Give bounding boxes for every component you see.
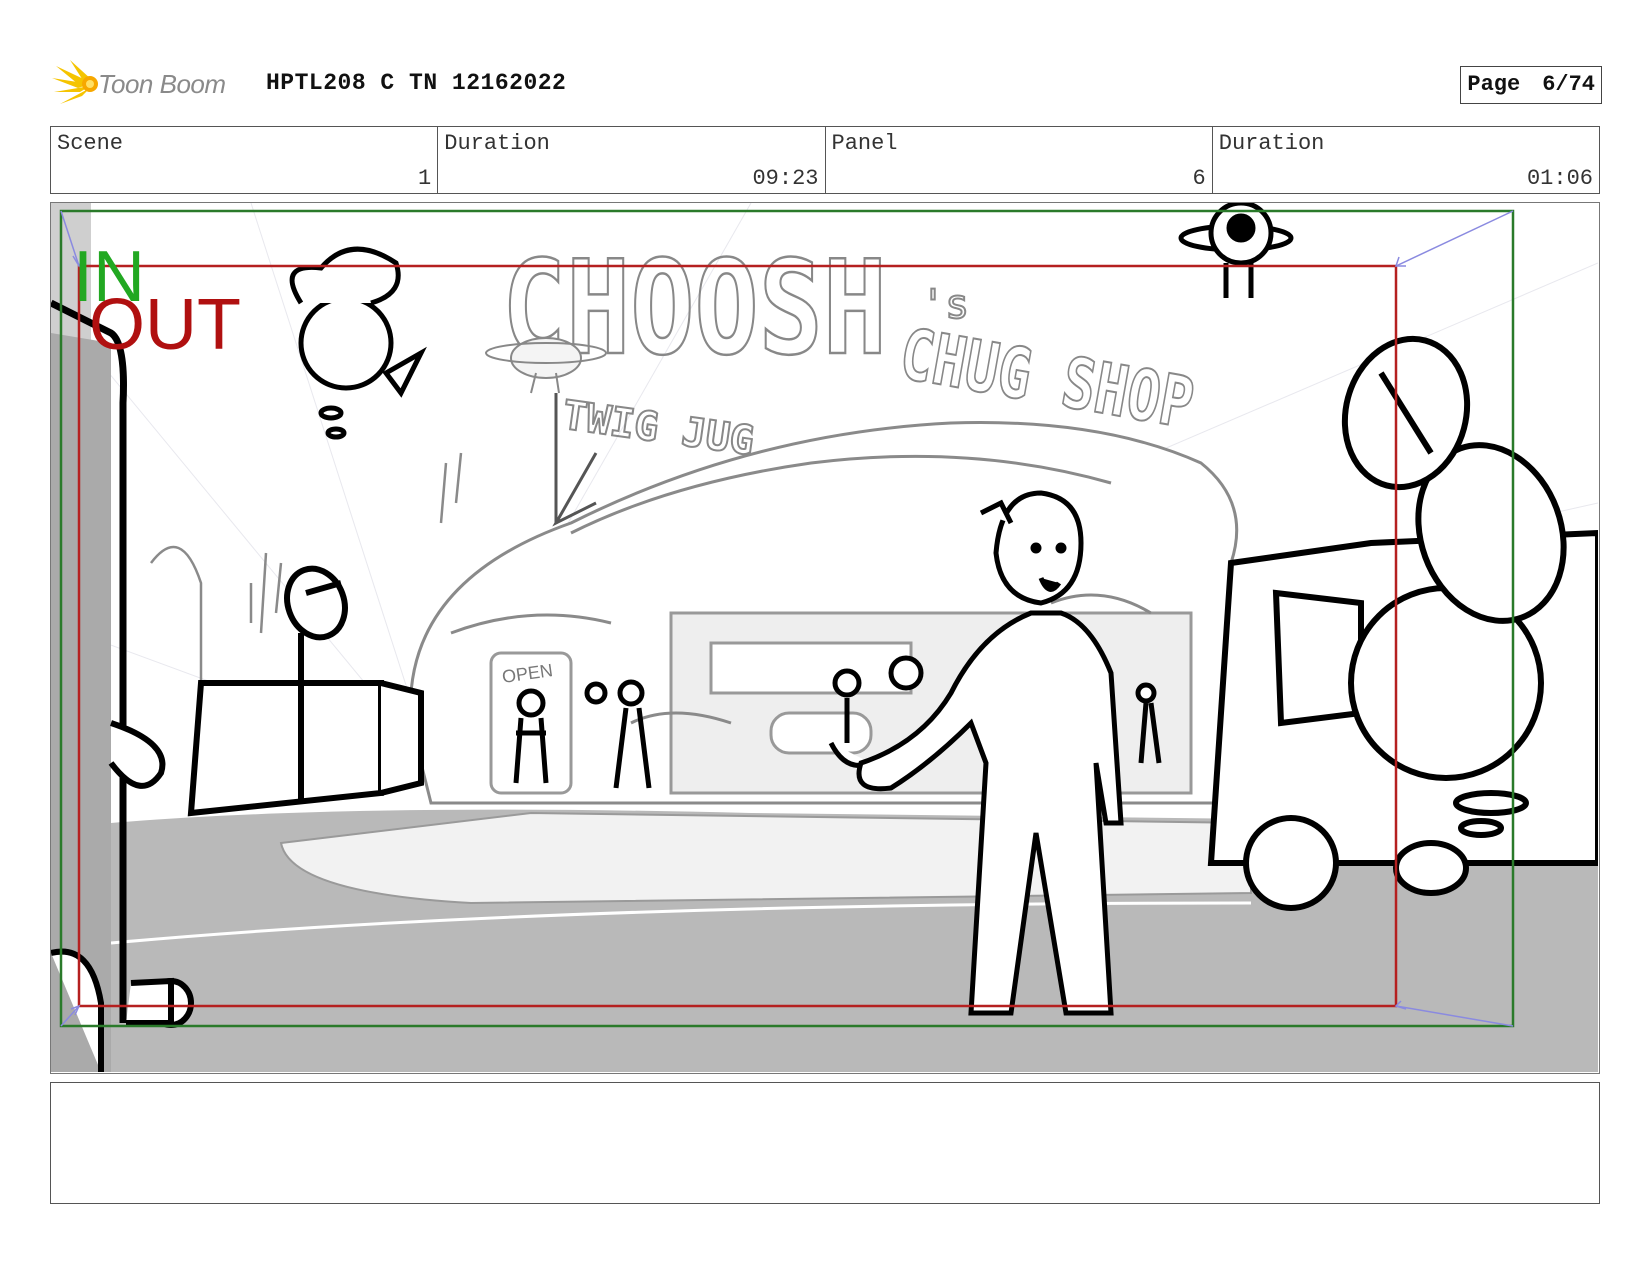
page-number: 6/74	[1542, 72, 1595, 97]
panel-value: 6	[1192, 166, 1206, 191]
panel-duration-cell: Duration 01:06	[1213, 127, 1599, 193]
page-label: Page	[1467, 72, 1521, 97]
panel-duration-label: Duration	[1218, 131, 1325, 156]
toon-boom-logo: Toon Boom	[50, 58, 250, 110]
out-label: OUT	[89, 285, 241, 365]
logo-text: Toon Boom	[98, 68, 226, 99]
flying-alien-right	[1178, 203, 1294, 298]
scene-duration-label: Duration	[444, 131, 550, 156]
scene-duration-value: 09:23	[752, 166, 819, 191]
storyboard-header: Toon Boom HPTL208 C TN 12162022 Page 6/7…	[50, 58, 1602, 110]
back-sign-text: TWIG JUG	[560, 392, 757, 464]
project-title: HPTL208 C TN 12162022	[266, 70, 567, 96]
scene-cell: Scene 1	[51, 127, 439, 193]
page-indicator: Page 6/74	[1460, 66, 1602, 104]
notes-box[interactable]	[50, 1082, 1600, 1204]
panel-cell: Panel 6	[826, 127, 1213, 193]
flying-alien-left	[289, 246, 427, 440]
panel-drawing: OPEN CHOOSH 's CHUG SHOP TWIG JUG IN OUT	[51, 203, 1598, 1072]
scene-duration-cell: Duration 09:23	[438, 127, 826, 193]
scene-value: 1	[418, 166, 432, 191]
right-vehicle	[1207, 335, 1598, 911]
storyboard-panel: OPEN CHOOSH 's CHUG SHOP TWIG JUG IN OUT	[50, 202, 1600, 1074]
panel-duration-value: 01:06	[1526, 166, 1593, 191]
left-vehicle	[187, 565, 424, 817]
panel-label: Panel	[831, 131, 898, 156]
scene-label: Scene	[57, 131, 124, 156]
info-table: Scene 1 Duration 09:23 Panel 6 Duration …	[50, 126, 1600, 194]
